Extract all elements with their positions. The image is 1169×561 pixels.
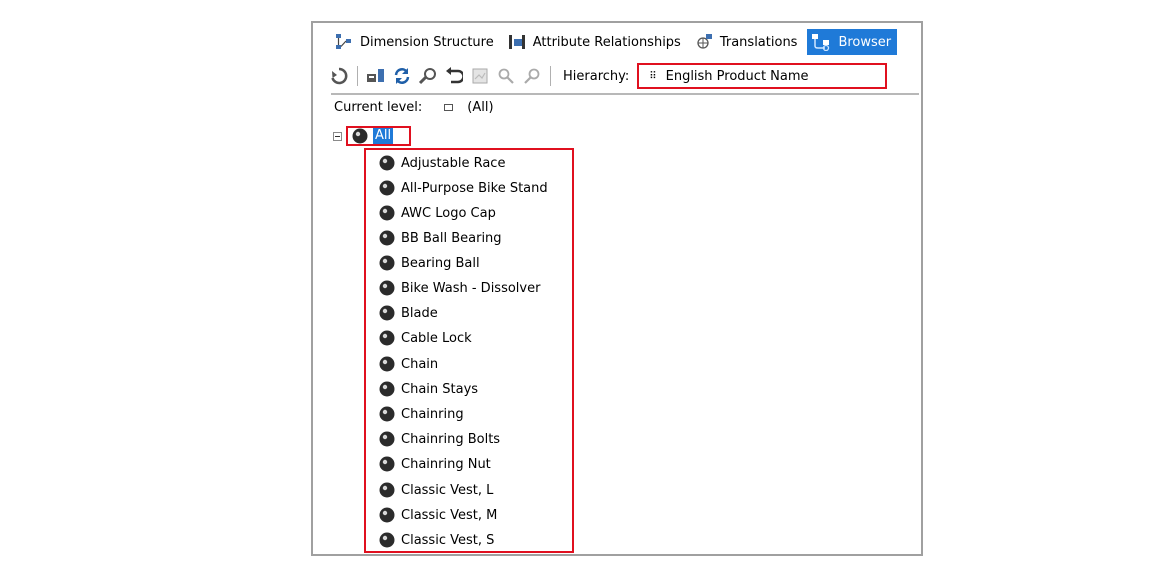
member-icon [379,406,395,422]
tree-member[interactable]: AWC Logo Cap [379,203,496,223]
member-icon [379,305,395,321]
tree-member-label: Chainring Nut [401,456,491,472]
tab-label: Translations [719,34,798,50]
filter-members-button[interactable] [416,64,440,88]
member-properties-icon [472,68,488,84]
tree-root: All [333,126,412,146]
tree-member-label: Chainring Bolts [401,431,501,447]
members-highlight: Adjustable Race All-Purpose Bike Stand AWC… [364,148,574,553]
tree-member[interactable]: Bearing Ball [379,253,480,273]
tree-member[interactable]: Blade [379,303,438,323]
tree-member[interactable]: BB Ball Bearing [379,228,502,248]
tree-member[interactable]: Classic Vest, L [379,480,493,500]
toolbar-separator [357,66,358,86]
tree-member-label: Chain [401,356,439,372]
tree-member[interactable]: Chain Stays [379,379,478,399]
level-icon [444,104,454,111]
tree-member[interactable]: Chainring Bolts [379,429,500,449]
tab-dimension-structure[interactable]: Dimension Structure [331,29,500,55]
member-icon [379,482,395,498]
find-button[interactable] [494,64,518,88]
member-icon [379,381,395,397]
member-icon [379,456,395,472]
change-user-icon [367,69,384,82]
dimension-structure-icon [336,34,351,49]
member-icon [379,205,395,221]
magnifier-icon [498,68,514,84]
tree-member[interactable]: Classic Vest, M [379,505,497,525]
reset-icon [446,67,463,84]
reset-button[interactable] [442,64,466,88]
browser-icon [812,34,830,51]
tree-member[interactable]: Classic Vest, S [379,530,494,550]
root-member-label[interactable]: All [373,128,394,144]
tree-member[interactable]: Adjustable Race [379,153,505,173]
reconnect-icon [394,68,410,84]
member-icon [379,180,395,196]
toolbar-divider [331,93,919,95]
member-icon [352,128,368,144]
tree-member-label: Classic Vest, M [401,507,498,523]
tree-member[interactable]: All-Purpose Bike Stand [379,178,548,198]
tree-member-label: Blade [401,305,438,321]
tab-attribute-relationships[interactable]: Attribute Relationships [504,29,687,55]
root-member-highlight: All [346,126,412,146]
tree-member-label: Chainring [401,406,464,422]
tree-member-label: BB Ball Bearing [401,230,502,246]
dimension-designer-window: Dimension Structure Attribute Relationsh… [311,21,923,556]
toolbar-separator [550,66,551,86]
hierarchy-grid-icon: ⠿ [649,70,656,82]
member-icon [379,330,395,346]
tree-member[interactable]: Bike Wash - Dissolver [379,278,540,298]
attribute-relationships-icon [508,35,525,49]
hierarchy-value: English Product Name [665,68,809,84]
tab-label: Dimension Structure [360,34,494,50]
member-icon [379,230,395,246]
tree-member-label: Classic Vest, L [401,482,494,498]
search-icon [524,68,540,84]
member-icon [379,280,395,296]
tree-member[interactable]: Chainring [379,404,464,424]
current-level-value: (All) [467,100,494,115]
current-level-label: Current level: [334,100,423,115]
process-icon [331,67,348,85]
tab-browser[interactable]: Browser [807,29,898,55]
member-icon [379,431,395,447]
tree-member[interactable]: Chain [379,354,438,374]
tree-member-label: Cable Lock [401,330,472,346]
member-icon [379,155,395,171]
hierarchy-label: Hierarchy: [563,68,630,84]
tree-member-label: Chain Stays [401,381,479,397]
member-icon [379,507,395,523]
filter-members-icon [418,68,436,85]
current-level: Current level: (All) [334,100,494,115]
tree-member[interactable]: Cable Lock [379,328,472,348]
tree-member-label: Bike Wash - Dissolver [401,280,541,296]
browser-toolbar: Hierarchy: ⠿ English Product Name [327,61,919,91]
designer-tabs: Dimension Structure Attribute Relationsh… [331,29,901,55]
tree-member-label: Bearing Ball [401,255,480,271]
hierarchy-dropdown[interactable]: ⠿ English Product Name [637,63,888,89]
tab-translations[interactable]: Translations [691,29,804,55]
tree-member-label: Classic Vest, S [401,532,495,548]
member-icon [379,532,395,548]
reconnect-button[interactable] [390,64,414,88]
translations-icon [697,34,712,49]
process-button[interactable] [327,64,351,88]
tab-label: Browser [838,34,892,50]
change-user-button[interactable] [364,64,388,88]
show-member-properties-button[interactable] [468,64,492,88]
member-icon [379,255,395,271]
tree-member-label: AWC Logo Cap [401,205,496,221]
collapse-icon[interactable] [333,131,342,141]
tab-label: Attribute Relationships [532,34,681,50]
tree-member-label: Adjustable Race [401,155,506,171]
member-icon [379,356,395,372]
find-next-button[interactable] [520,64,544,88]
tree-member[interactable]: Chainring Nut [379,454,491,474]
tree-member-label: All-Purpose Bike Stand [401,180,548,196]
